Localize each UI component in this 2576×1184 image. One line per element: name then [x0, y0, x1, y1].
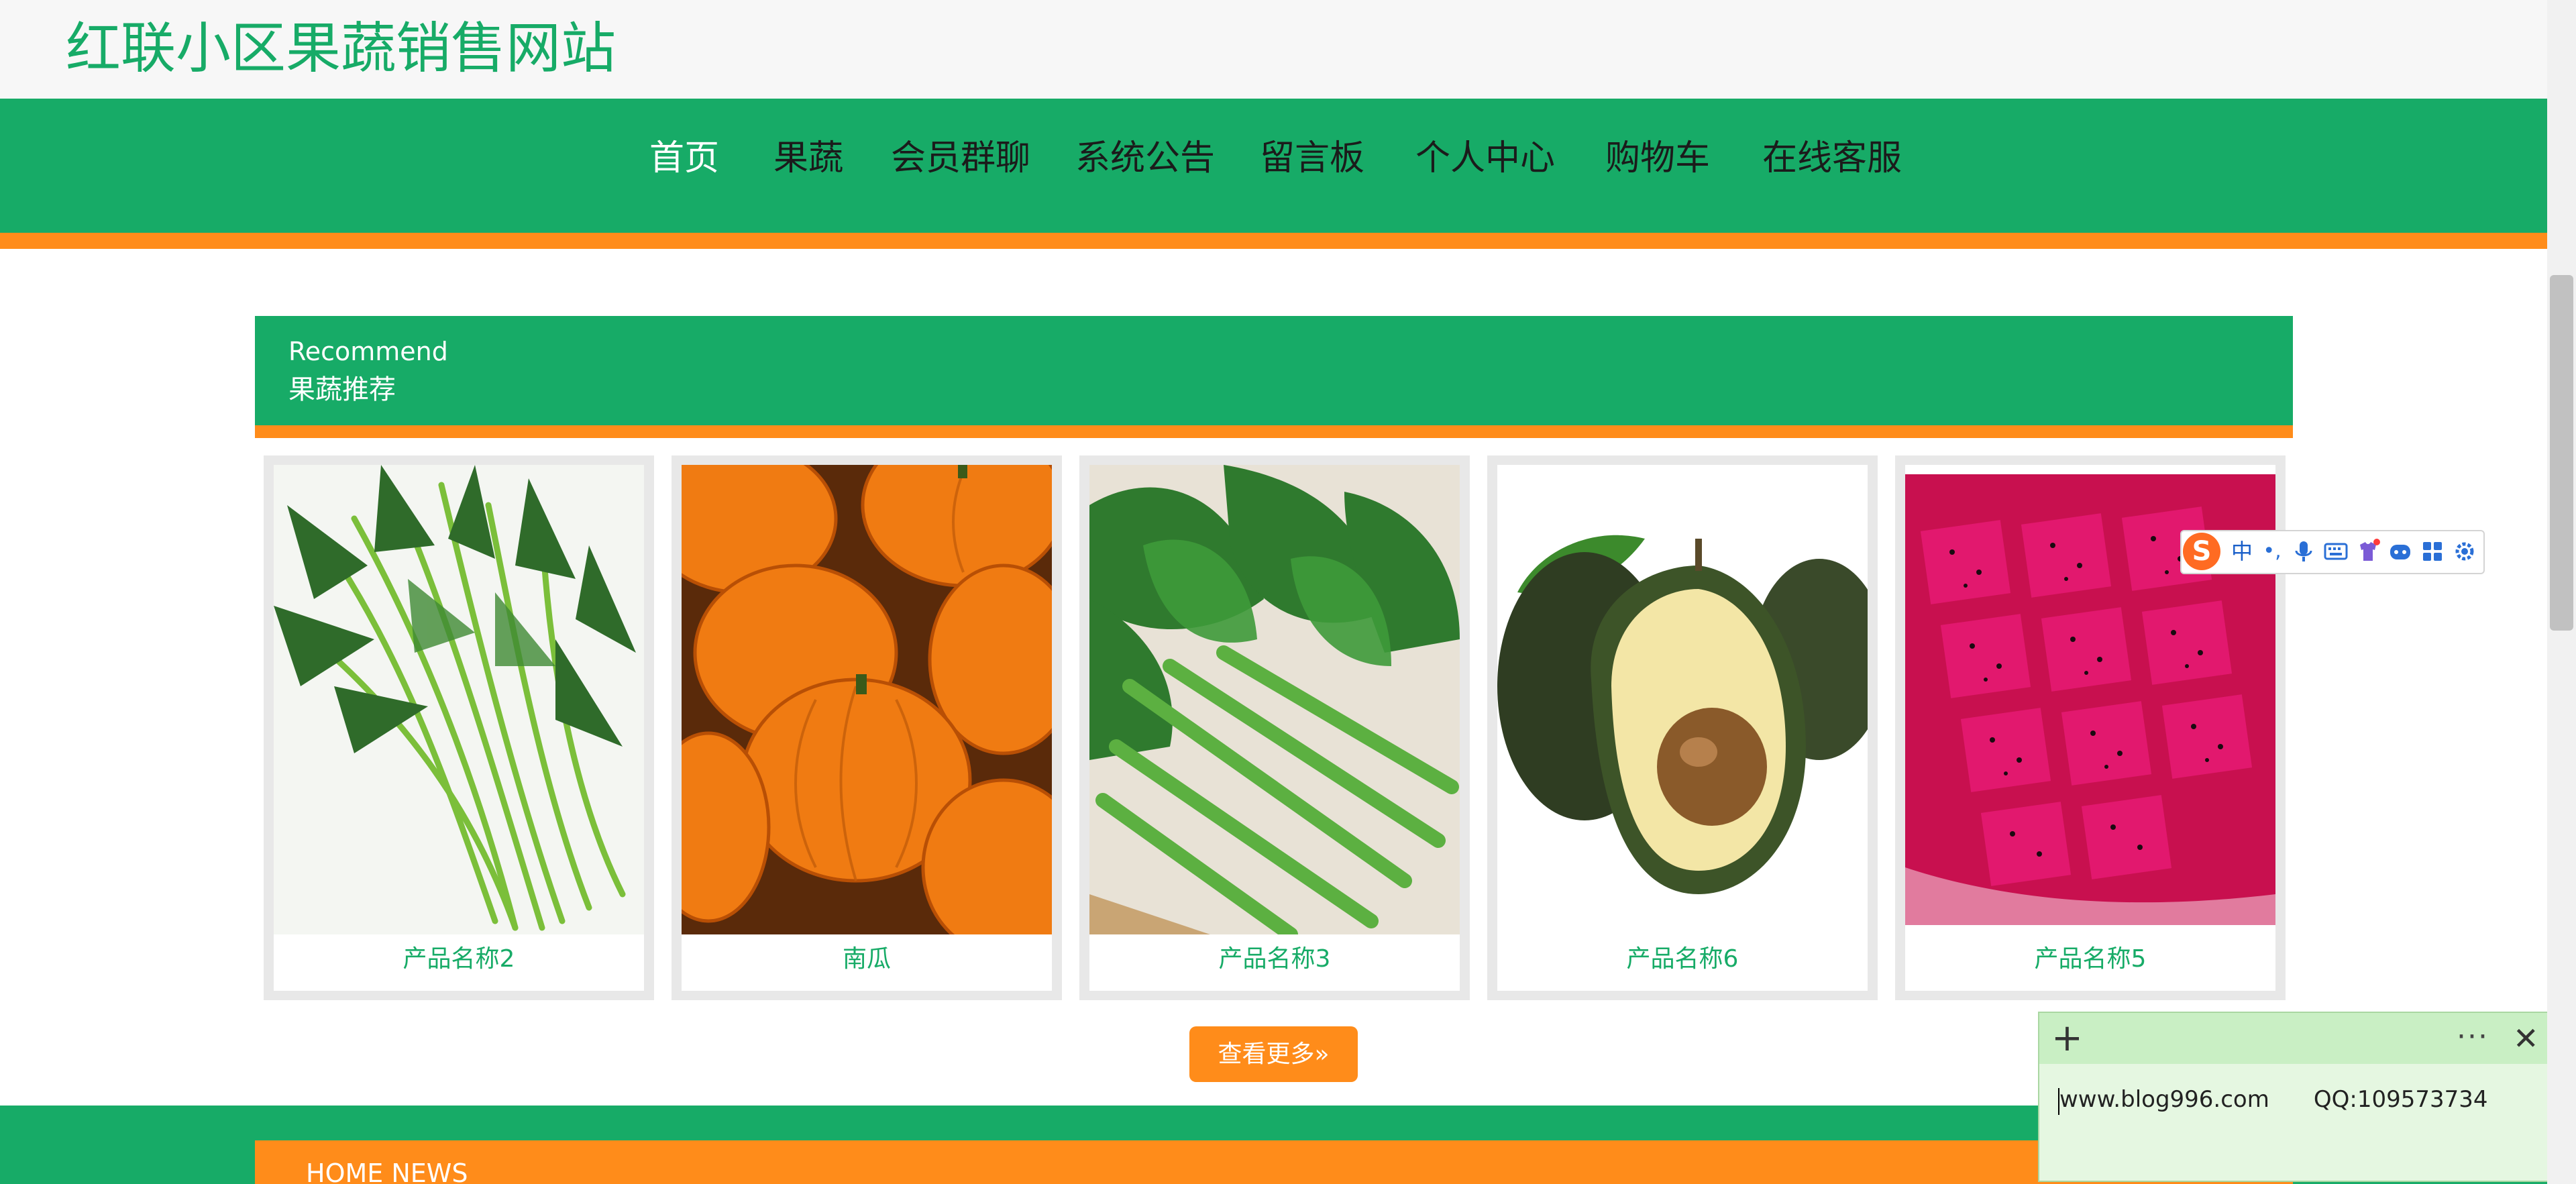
product-image-avocado[interactable] [1497, 465, 1868, 934]
nav-item-customer-service[interactable]: 在线客服 [1762, 136, 1902, 180]
nav-item-home[interactable]: 首页 [649, 136, 719, 180]
ime-punctuation-indicator[interactable]: •, [2259, 538, 2286, 565]
ime-mode-indicator[interactable]: 中 [2229, 538, 2255, 565]
skin-icon[interactable] [2355, 538, 2381, 565]
product-image-choy-sum[interactable] [1089, 465, 1460, 934]
section-title-en: Recommend [288, 337, 448, 366]
product-card[interactable]: 产品名称6 [1487, 455, 1878, 1000]
toolbox-icon[interactable] [2419, 538, 2446, 565]
recommend-header: Recommend 果蔬推荐 [255, 316, 2293, 425]
note-qq: QQ:109573734 [2313, 1086, 2488, 1113]
product-name[interactable]: 产品名称6 [1497, 943, 1868, 976]
news-title: HOME NEWS [306, 1159, 468, 1184]
site-title[interactable]: 红联小区果蔬销售网站 [66, 12, 616, 86]
more-options-icon[interactable]: ··· [2457, 1016, 2489, 1059]
nav-item-cart[interactable]: 购物车 [1605, 136, 1710, 180]
product-card[interactable]: 产品名称2 [264, 455, 654, 1000]
product-card[interactable]: 南瓜 [672, 455, 1062, 1000]
settings-icon[interactable] [2451, 538, 2478, 565]
product-name[interactable]: 南瓜 [682, 943, 1052, 976]
nav-item-profile[interactable]: 个人中心 [1415, 136, 1555, 180]
emoji-icon[interactable] [2387, 538, 2414, 565]
keyboard-icon[interactable] [2322, 538, 2349, 565]
sogou-logo-icon[interactable]: S [2183, 533, 2220, 570]
nav-item-message-board[interactable]: 留言板 [1260, 136, 1364, 180]
microphone-icon[interactable] [2290, 538, 2317, 565]
add-note-icon[interactable]: + [2051, 1017, 2083, 1060]
ime-toolbar[interactable]: S 中 •, [2180, 530, 2485, 574]
product-name[interactable]: 产品名称2 [274, 943, 644, 976]
scrollbar-thumb[interactable] [2550, 275, 2573, 631]
product-name[interactable]: 产品名称5 [1905, 943, 2275, 976]
sticky-note-text[interactable]: www.blog996.com QQ:109573734 [2059, 1083, 2488, 1116]
page: 红联小区果蔬销售网站 首页 果蔬 会员群聊 系统公告 留言板 个人中心 购物车 … [0, 0, 2547, 1184]
top-header: 红联小区果蔬销售网站 [0, 0, 2547, 99]
news-header: HOME NEWS [255, 1140, 2293, 1184]
product-image-pumpkin[interactable] [682, 465, 1052, 934]
section-accent-stripe [255, 425, 2293, 438]
product-image-water-spinach[interactable] [274, 465, 644, 934]
sticky-note-header: + ··· ✕ [2039, 1013, 2547, 1064]
close-icon[interactable]: ✕ [2513, 1018, 2539, 1059]
view-more-button[interactable]: 查看更多» [1189, 1026, 1358, 1082]
page-scrollbar[interactable] [2547, 0, 2576, 1184]
nav-accent-stripe [0, 233, 2547, 249]
product-name[interactable]: 产品名称3 [1089, 943, 1460, 976]
nav-item-announcements[interactable]: 系统公告 [1075, 136, 1215, 180]
nav-item-member-chat[interactable]: 会员群聊 [891, 136, 1030, 180]
note-url: www.blog996.com [2059, 1086, 2269, 1113]
product-card[interactable]: 产品名称3 [1079, 455, 1470, 1000]
main-nav: 首页 果蔬 会员群聊 系统公告 留言板 个人中心 购物车 在线客服 [0, 99, 2547, 233]
section-title-cn: 果蔬推荐 [288, 374, 396, 405]
nav-item-produce[interactable]: 果蔬 [773, 136, 843, 180]
sticky-note[interactable]: + ··· ✕ www.blog996.com QQ:109573734 [2038, 1012, 2547, 1182]
